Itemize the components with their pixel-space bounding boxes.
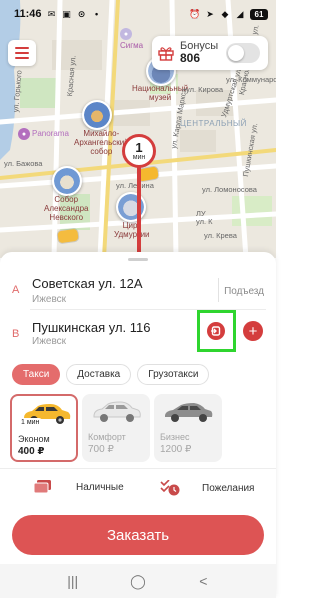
add-stop-button[interactable]: +: [243, 321, 263, 341]
point-a-letter: A: [12, 284, 20, 296]
business-car-icon: [165, 403, 213, 422]
recent-apps-icon[interactable]: |||: [61, 573, 85, 589]
hamburger-icon[interactable]: [8, 40, 36, 66]
home-icon[interactable]: ◯: [126, 573, 150, 590]
back-icon[interactable]: <: [191, 573, 215, 589]
entrance-button[interactable]: Подъезд: [224, 286, 264, 297]
entrance-divider: [218, 278, 219, 302]
gift-icon: [158, 45, 174, 61]
battery-icon: 61: [250, 8, 268, 20]
cast-icon: ▣: [62, 8, 71, 19]
route-point-b[interactable]: B Пушкинская ул. 116 Ижевск: [0, 316, 196, 352]
eta-marker: 1 мин: [122, 134, 156, 168]
cash-icon: [34, 480, 51, 494]
map-pin-mikhailo-cathedral[interactable]: [82, 100, 112, 130]
tariff-price: 1200 ₽: [160, 444, 192, 455]
map-street-crossing: ЛУ ул. К: [196, 209, 213, 227]
map-street-lomonosova: ул. Ломоносова: [202, 185, 257, 194]
point-b-letter: B: [12, 328, 20, 340]
map-pin-circus[interactable]: [116, 192, 146, 222]
toggle-knob: [228, 45, 244, 61]
clock-icon: ⊙: [77, 8, 86, 19]
tab-taxi[interactable]: Такси: [12, 364, 61, 385]
map-label-circus: Цирк Удмуртии: [114, 221, 150, 239]
dot-icon: •: [94, 9, 99, 19]
map-label-central: ЦЕНТРАЛЬНЫЙ: [180, 119, 247, 128]
tariff-price: 700 ₽: [88, 444, 114, 455]
map-street-kirova: ул. Кирова: [186, 85, 224, 94]
wishes-button[interactable]: Пожелания: [160, 480, 254, 496]
map-pin-sigma[interactable]: ●: [120, 28, 132, 40]
eta-value: 1: [135, 140, 143, 155]
status-time: 11:46: [14, 8, 42, 20]
route-line: [137, 166, 141, 258]
tariff-price: 400 ₽: [18, 446, 45, 457]
sheet-divider: [0, 468, 276, 469]
tariff-name: Бизнес: [160, 432, 190, 442]
map-view[interactable]: ● ● Сигма Национальный музей ЦЕНТРАЛЬНЫЙ…: [0, 0, 276, 258]
sheet-handle[interactable]: [128, 258, 148, 261]
service-tabs: Такси Доставка Грузотакси: [12, 364, 210, 385]
map-street-bazhova: ул. Бажова: [4, 159, 43, 168]
point-b-city: Ижевск: [32, 336, 67, 347]
bonus-toggle[interactable]: [226, 43, 260, 63]
tariff-business[interactable]: Бизнес 1200 ₽: [154, 394, 222, 462]
tariff-list: 1 мин Эконом 400 ₽ Комфорт 700 ₽ Бизнес …: [10, 394, 222, 462]
wifi-icon: ◆: [221, 8, 229, 19]
sim-icon: ✉: [47, 8, 56, 19]
point-a-city: Ижевск: [32, 294, 67, 305]
map-street-lenina: ул. Ленина: [116, 181, 154, 190]
location-icon: ➤: [206, 8, 214, 19]
point-a-address: Советская ул. 12А: [32, 276, 143, 291]
route-icon[interactable]: [207, 322, 225, 340]
bonus-value: 806: [180, 51, 201, 66]
wishes-label: Пожелания: [202, 482, 255, 494]
bonus-widget[interactable]: Бонусы 806: [152, 36, 268, 70]
point-b-address: Пушкинская ул. 116: [32, 320, 151, 335]
status-bar: 11:46 ✉ ▣ ⊙ • ⏰ ➤ ◆ ◢ 61: [0, 0, 276, 28]
payment-row: Наличные Пожелания: [0, 472, 276, 504]
payment-method-label: Наличные: [76, 481, 124, 493]
payment-method-button[interactable]: Наличные: [34, 480, 124, 494]
tab-delivery[interactable]: Доставка: [66, 364, 132, 385]
tariff-economy[interactable]: 1 мин Эконом 400 ₽: [10, 394, 78, 462]
wishes-icon: [160, 480, 180, 496]
map-street-kommunar: ул. Коммунаров: [226, 75, 276, 84]
alarm-icon: ⏰: [189, 8, 201, 19]
map-pin-panorama[interactable]: ●: [18, 128, 30, 140]
signal-icon: ◢: [236, 8, 244, 19]
map-label-mikhailo: Михайло- Архангельский собор: [74, 129, 129, 156]
tariff-eta-tag: 1 мин: [18, 418, 43, 427]
comfort-car-icon: [93, 401, 141, 422]
map-street-kreva: ул. Крева: [204, 231, 237, 240]
map-label-sigma: Сигма: [120, 41, 144, 50]
order-button[interactable]: Заказать: [12, 515, 264, 555]
map-pin-alexander-cathedral[interactable]: [52, 166, 82, 196]
tariff-name: Комфорт: [88, 432, 126, 442]
tariff-comfort[interactable]: Комфорт 700 ₽: [82, 394, 150, 462]
map-label-alexander: Собор Александра Невского: [44, 195, 89, 222]
eta-unit: мин: [132, 154, 146, 161]
tab-cargo[interactable]: Грузотакси: [137, 364, 210, 385]
system-nav-bar: ||| ◯ <: [0, 564, 276, 598]
map-label-panorama: Panorama: [32, 129, 69, 138]
tariff-name: Эконом: [18, 434, 50, 444]
